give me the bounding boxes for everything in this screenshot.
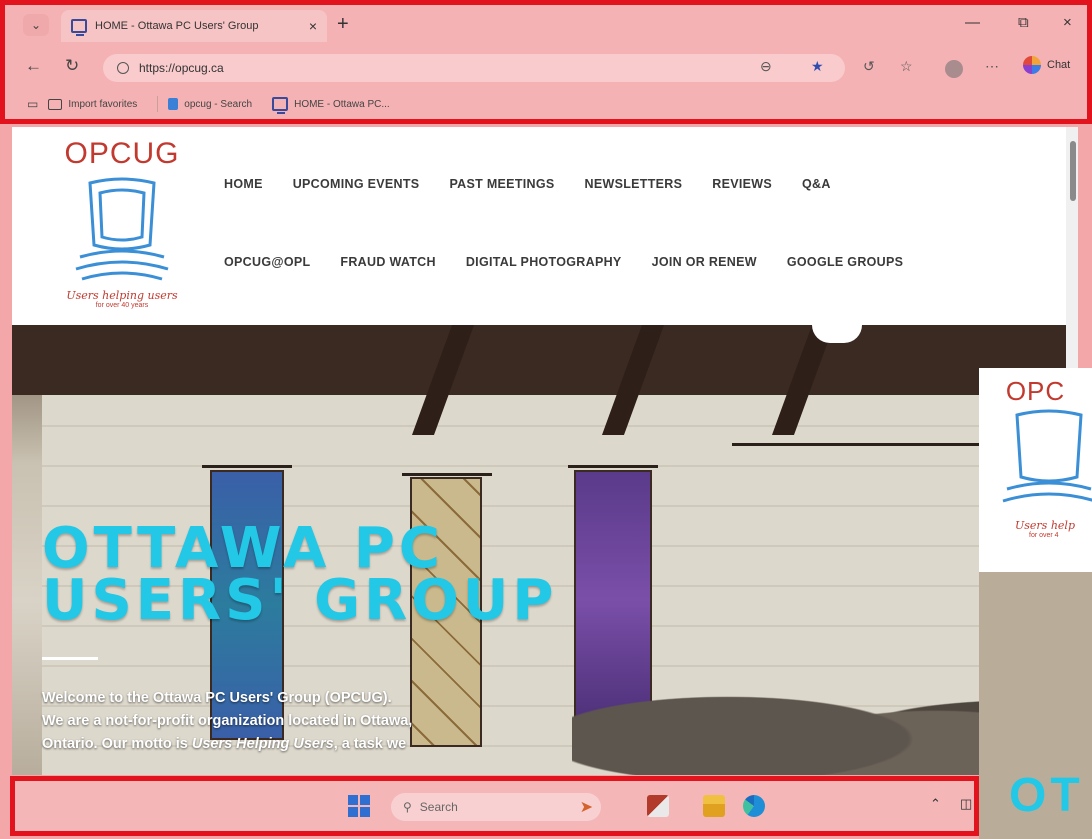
new-tab-button[interactable]: + [337, 13, 349, 36]
taskbar-search[interactable]: ⚲ Search ➤ [391, 793, 601, 821]
hero-text-line: Welcome to the Ottawa PC Users' Group (O… [42, 690, 392, 706]
tray-app-icon[interactable]: ◫ [960, 796, 972, 812]
fav-label: HOME - Ottawa PC... [294, 98, 390, 110]
motto-emphasis: Users Helping Users [191, 736, 334, 752]
favorites-bar: ▭ Import favorites opcug - Search HOME -… [5, 89, 1087, 119]
menu-qa[interactable]: Q&A [802, 177, 831, 191]
fav-home-ottawa[interactable]: HOME - Ottawa PC... [272, 97, 390, 114]
overlay-hero-title: OT [1009, 769, 1084, 822]
menu-upcoming-events[interactable]: UPCOMING EVENTS [293, 177, 420, 191]
overlay-logo-subtitle: for over 4 [1029, 532, 1059, 539]
hero-title-line-2: USERS' GROUP [42, 568, 558, 633]
tab-close-icon[interactable]: × [309, 18, 317, 34]
fav-label: Import favorites [68, 98, 138, 110]
menu-newsletters[interactable]: NEWSLETTERS [585, 177, 683, 191]
app-icon[interactable] [647, 795, 669, 817]
file-explorer-icon[interactable] [703, 795, 725, 817]
scroll-thumb[interactable] [1070, 141, 1076, 201]
profile-avatar[interactable] [945, 60, 963, 78]
tab-actions-chevron-icon[interactable]: ⌄ [23, 14, 49, 36]
menu-digital-photography[interactable]: DIGITAL PHOTOGRAPHY [466, 255, 622, 269]
search-highlight-icon: ➤ [579, 799, 593, 816]
copilot-chat-button[interactable]: Chat [1023, 56, 1070, 74]
logo-motto: Users helping users [66, 289, 178, 302]
tab-bar: ⌄ HOME - Ottawa PC Users' Group × + — ⧉ … [5, 5, 1087, 43]
hero-image: OTTAWA PC USERS' GROUP Welcome to the Ot… [12, 325, 1078, 775]
tab-title: HOME - Ottawa PC Users' Group [95, 20, 259, 32]
overlay-logo: OPC Users help for over 4 [979, 368, 1092, 572]
menu-join-or-renew[interactable]: JOIN OR RENEW [652, 255, 757, 269]
hero-welcome-text: Welcome to the Ottawa PC Users' Group (O… [42, 687, 562, 756]
copilot-icon [1023, 56, 1041, 74]
address-bar-row: ← ↻ https://opcug.ca ⊖ ★ ↺ ☆ ⋯ Chat [5, 50, 1087, 86]
hero-title: OTTAWA PC USERS' GROUP [42, 521, 558, 633]
divider [157, 96, 159, 112]
menu-home[interactable]: HOME [224, 177, 263, 191]
logo-subtitle: for over 40 years [95, 302, 149, 309]
main-menu-row-1: HOME UPCOMING EVENTS PAST MEETINGS NEWSL… [224, 177, 831, 191]
fav-label: opcug - Search [184, 98, 253, 110]
restore-icon[interactable]: ⧉ [1018, 14, 1029, 31]
favorites-icon[interactable]: ☆ [900, 58, 913, 75]
fav-opcug-search[interactable]: opcug - Search [168, 98, 252, 110]
banner-rod [402, 473, 492, 476]
web-page: OPCUG Users helping users for over 40 ye… [12, 127, 1078, 775]
hero-text-line: We are a not-for-profit organization loc… [42, 713, 413, 729]
hero-divider [42, 657, 98, 660]
browser-essentials-icon[interactable]: ↺ [863, 58, 875, 75]
overlay-logo-motto: Users help [1015, 519, 1075, 532]
folder-icon [48, 98, 63, 110]
more-icon[interactable]: ⋯ [985, 58, 999, 75]
taskbar: ⚲ Search ➤ ⌃ ◫ [10, 776, 979, 836]
search-icon: ⚲ [403, 800, 412, 814]
menu-fraud-watch[interactable]: FRAUD WATCH [340, 255, 435, 269]
banner-rod [568, 465, 658, 468]
start-button-windows-icon[interactable] [348, 795, 370, 817]
url-field[interactable]: https://opcug.ca [103, 54, 845, 82]
hero-text-line: Ontario. Our motto is Users Helping User… [42, 736, 407, 752]
close-window-icon[interactable]: × [1063, 14, 1072, 31]
logo-title: OPCUG [64, 137, 180, 170]
show-hidden-icons-icon[interactable]: ⌃ [930, 796, 941, 812]
url-text: https://opcug.ca [139, 61, 224, 75]
minimize-icon[interactable]: — [965, 14, 980, 31]
browser-chrome: ⌄ HOME - Ottawa PC Users' Group × + — ⧉ … [0, 0, 1092, 124]
edge-browser-icon[interactable] [743, 795, 765, 817]
refresh-icon[interactable]: ↻ [65, 56, 79, 76]
wall-rail [732, 443, 992, 446]
overlapping-window[interactable]: OPC Users help for over 4 OT [979, 368, 1092, 839]
menu-opcug-opl[interactable]: OPCUG@OPL [224, 255, 310, 269]
bing-icon [168, 98, 179, 110]
chat-label: Chat [1047, 59, 1071, 71]
hall-ceiling [12, 325, 1078, 395]
page-icon [272, 97, 289, 114]
zoom-icon[interactable]: ⊖ [760, 58, 772, 75]
banner-rod [202, 465, 292, 468]
menu-past-meetings[interactable]: PAST MEETINGS [449, 177, 554, 191]
menu-google-groups[interactable]: GOOGLE GROUPS [787, 255, 903, 269]
fav-import-favorites[interactable]: Import favorites [48, 98, 138, 110]
site-logo[interactable]: OPCUG Users helping users for over 40 ye… [52, 137, 192, 317]
overlay-logo-title: OPC [1005, 376, 1066, 406]
back-icon[interactable]: ← [25, 56, 42, 76]
site-info-icon[interactable] [117, 62, 129, 74]
site-favicon-icon [71, 19, 87, 36]
logo-art-icon [75, 177, 169, 281]
main-menu-row-2: OPCUG@OPL FRAUD WATCH DIGITAL PHOTOGRAPH… [224, 255, 903, 269]
favorite-star-icon[interactable]: ★ [811, 58, 824, 75]
overlay-logo-art-icon [1002, 409, 1092, 503]
tab-overview-icon[interactable]: ▭ [27, 97, 38, 111]
search-placeholder: Search [419, 800, 458, 814]
tab-home[interactable]: HOME - Ottawa PC Users' Group × [61, 10, 327, 42]
menu-reviews[interactable]: REVIEWS [712, 177, 772, 191]
